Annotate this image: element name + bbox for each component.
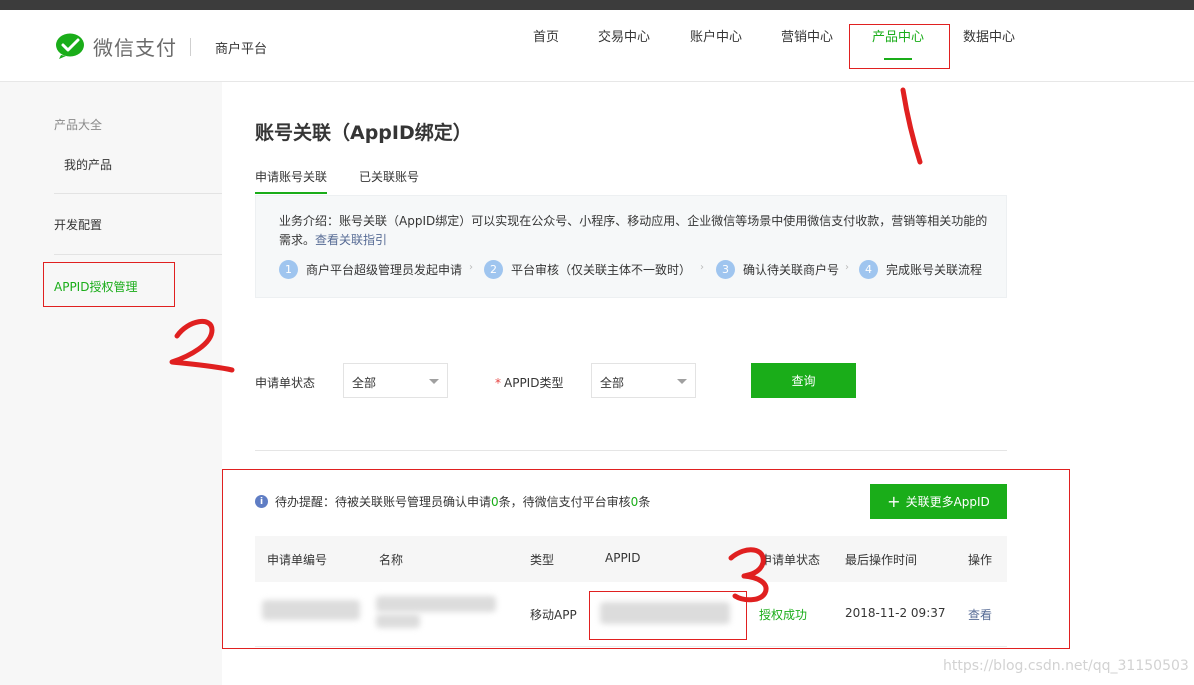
step-label: 平台审核（仅关联主体不一致时） [511, 263, 692, 277]
step-number: 1 [279, 260, 298, 279]
process-step: 2 平台审核（仅关联主体不一致时） [484, 260, 691, 279]
sidebar-item-dev-config[interactable]: 开发配置 [54, 216, 102, 233]
process-step: 4 完成账号关联流程 [859, 260, 982, 279]
query-button[interactable]: 查询 [751, 363, 856, 398]
filter-status-label: 申请单状态 [255, 376, 316, 390]
nav-account[interactable]: 账户中心 [690, 26, 742, 45]
nav-data[interactable]: 数据中心 [963, 26, 1015, 45]
step-number: 2 [484, 260, 503, 279]
sidebar-item-my-products[interactable]: 我的产品 [64, 156, 112, 173]
page-title: 账号关联（AppID绑定） [255, 122, 472, 144]
sidebar-divider [54, 193, 222, 194]
tab-apply-link[interactable]: 申请账号关联 [255, 168, 327, 185]
tab-active-indicator [255, 192, 327, 194]
chevron-down-icon [429, 379, 439, 384]
appid-type-select-value: 全部 [600, 376, 625, 390]
tab-linked-accounts[interactable]: 已关联账号 [359, 168, 419, 185]
step-number: 3 [716, 260, 735, 279]
step-label: 确认待关联商户号 [743, 263, 840, 277]
step-number: 4 [859, 260, 878, 279]
filter-type-text: APPID类型 [504, 376, 564, 390]
process-step: 3 确认待关联商户号 [716, 260, 839, 279]
nav-marketing[interactable]: 营销中心 [781, 26, 833, 45]
section-divider [255, 450, 1007, 451]
platform-name: 商户平台 [215, 42, 268, 57]
step-label: 商户平台超级管理员发起申请 [306, 263, 463, 277]
appid-type-select[interactable]: 全部 [591, 363, 696, 398]
annotation-box-appid [589, 591, 747, 640]
chevron-right-icon: › [700, 262, 704, 273]
sidebar-divider [54, 254, 222, 255]
required-mark: * [495, 376, 501, 390]
status-select[interactable]: 全部 [343, 363, 448, 398]
browser-top-strip [0, 0, 1194, 10]
nav-home[interactable]: 首页 [533, 26, 559, 45]
wechat-pay-logo-icon [56, 33, 84, 59]
chevron-right-icon: › [469, 262, 473, 273]
chevron-down-icon [677, 379, 687, 384]
annotation-box-appid-menu [43, 262, 175, 307]
sidebar-group-products[interactable]: 产品大全 [54, 116, 102, 133]
logo-text: 微信支付 [93, 35, 177, 60]
watermark: https://blog.csdn.net/qq_31150503 [943, 658, 1189, 674]
filter-type-label: * APPID类型 [495, 374, 563, 391]
process-step: 1 商户平台超级管理员发起申请 [279, 260, 462, 279]
link-guide[interactable]: 查看关联指引 [315, 233, 387, 247]
status-select-value: 全部 [352, 376, 377, 390]
sidebar: 产品大全 我的产品 开发配置 APPID授权管理 [0, 82, 222, 685]
business-intro: 业务介绍：账号关联（AppID绑定）可以实现在公众号、小程序、移动应用、企业微信… [279, 212, 991, 250]
nav-transactions[interactable]: 交易中心 [598, 26, 650, 45]
chevron-right-icon: › [845, 262, 849, 273]
top-header: 微信支付 商户平台 [0, 10, 1194, 82]
wechat-pay-logo[interactable]: 微信支付 [55, 32, 177, 60]
annotation-box-products [849, 24, 950, 69]
header-divider [190, 38, 191, 56]
step-label: 完成账号关联流程 [886, 263, 983, 277]
